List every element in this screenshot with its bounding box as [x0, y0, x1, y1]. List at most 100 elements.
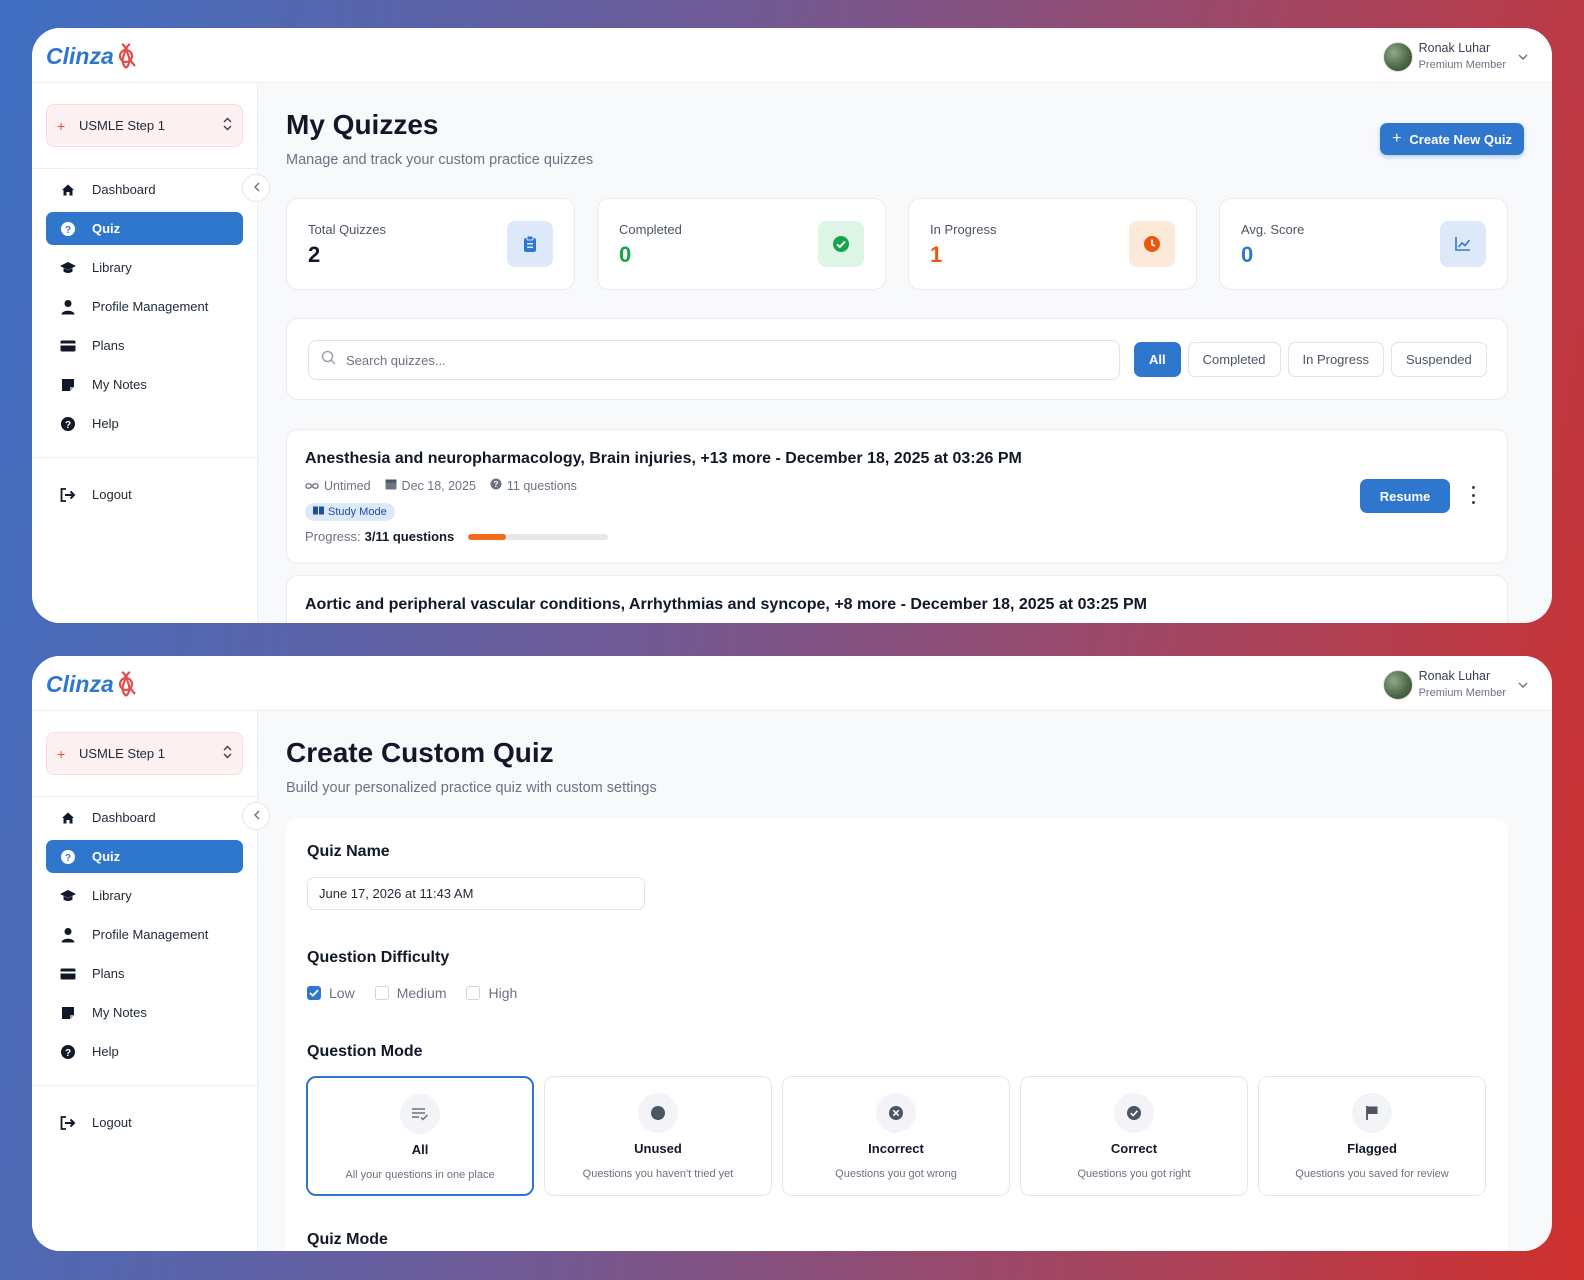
quiz-date: Dec 18, 2025: [401, 478, 476, 493]
sidebar-item-plans[interactable]: Plans: [46, 329, 243, 362]
question-mode-label: Question Mode: [307, 1043, 423, 1060]
quiz-question-count: 11 questions: [506, 478, 577, 493]
search-input[interactable]: Search quizzes...: [308, 340, 1120, 380]
question-circle-icon: ?: [60, 849, 76, 865]
quiz-card[interactable]: Anesthesia and neuropharmacology, Brain …: [286, 429, 1508, 564]
search-icon: [321, 350, 336, 370]
sidebar-item-dashboard[interactable]: Dashboard: [46, 173, 243, 206]
sidebar-item-notes[interactable]: My Notes: [46, 996, 243, 1029]
sidebar-item-label: Library: [92, 888, 132, 903]
tab-in-progress[interactable]: In Progress: [1287, 342, 1384, 377]
stat-label: Avg. Score: [1241, 222, 1305, 237]
tab-suspended[interactable]: Suspended: [1390, 342, 1487, 377]
sidebar-item-label: Profile Management: [92, 299, 209, 314]
quiz-meta: Untimed Dec 18, 2025 ? 11 questions: [305, 478, 577, 493]
sidebar-item-quiz[interactable]: ? Quiz: [46, 840, 243, 873]
sidebar-item-library[interactable]: Library: [46, 879, 243, 912]
resume-button[interactable]: Resume: [1360, 479, 1450, 513]
sidebar-item-label: Dashboard: [92, 810, 156, 825]
sidebar-item-label: My Notes: [92, 377, 147, 392]
collapse-sidebar-button[interactable]: [242, 174, 270, 202]
logout-button[interactable]: Logout: [46, 1106, 243, 1139]
sidebar: + USMLE Step 1 Dashboard ? Quiz Library: [32, 83, 258, 623]
sidebar-item-label: Quiz: [92, 849, 121, 864]
sidebar-item-plans[interactable]: Plans: [46, 957, 243, 990]
collapse-sidebar-button[interactable]: [242, 802, 270, 830]
user-menu[interactable]: Ronak Luhar Premium Member: [1382, 39, 1528, 75]
quiz-title[interactable]: Aortic and peripheral vascular condition…: [305, 596, 1147, 614]
chevron-down-icon[interactable]: [1518, 679, 1528, 691]
sidebar: + USMLE Step 1 Dashboard ? Quiz Library: [32, 711, 258, 1251]
chevron-down-icon[interactable]: [1518, 51, 1528, 63]
x-circle-icon: [876, 1093, 916, 1133]
sidebar-item-notes[interactable]: My Notes: [46, 368, 243, 401]
sidebar-item-label: Dashboard: [92, 182, 156, 197]
mode-name: Flagged: [1347, 1141, 1397, 1156]
my-quizzes-window: Clinza Ronak Luhar Premium Member + USML…: [32, 28, 1552, 623]
graduation-cap-icon: [60, 888, 76, 904]
stat-value: 2: [308, 242, 321, 267]
sidebar-item-quiz[interactable]: ? Quiz: [46, 212, 243, 245]
clinza-logo[interactable]: Clinza: [46, 38, 146, 74]
quiz-progress: Progress: 3/11 questions: [305, 529, 609, 544]
progress-bar: [468, 533, 609, 540]
sidebar-item-help[interactable]: ? Help: [46, 407, 243, 440]
sidebar-nav: Dashboard ? Quiz Library Profile Managem…: [46, 173, 243, 446]
user-role: Premium Member: [1418, 687, 1506, 700]
sidebar-item-dashboard[interactable]: Dashboard: [46, 801, 243, 834]
page-title: My Quizzes: [286, 109, 439, 140]
circle-dot-icon: [638, 1093, 678, 1133]
sidebar-item-library[interactable]: Library: [46, 251, 243, 284]
sidebar-item-profile[interactable]: Profile Management: [46, 290, 243, 323]
stat-total-quizzes: Total Quizzes 2: [286, 198, 575, 290]
quiz-card[interactable]: Aortic and peripheral vascular condition…: [286, 575, 1508, 623]
tab-all[interactable]: All: [1134, 342, 1181, 377]
sidebar-item-profile[interactable]: Profile Management: [46, 918, 243, 951]
divider: [32, 796, 257, 797]
filter-bar: Search quizzes... All Completed In Progr…: [286, 318, 1508, 400]
more-options-icon[interactable]: [1469, 486, 1477, 504]
logout-button[interactable]: Logout: [46, 478, 243, 511]
clipboard-icon: [507, 221, 553, 267]
mode-name: Incorrect: [868, 1141, 924, 1156]
tab-completed[interactable]: Completed: [1187, 342, 1281, 377]
credit-card-icon: [60, 338, 76, 354]
mode-card-incorrect[interactable]: Incorrect Questions you got wrong: [782, 1076, 1010, 1196]
mode-card-all[interactable]: All All your questions in one place: [306, 1076, 534, 1196]
page-subtitle: Build your personalized practice quiz wi…: [286, 780, 657, 796]
checkbox-icon[interactable]: [374, 986, 389, 1000]
sidebar-item-label: My Notes: [92, 1005, 147, 1020]
quiz-title[interactable]: Anesthesia and neuropharmacology, Brain …: [305, 450, 1022, 468]
user-menu[interactable]: Ronak Luhar Premium Member: [1382, 667, 1528, 703]
exam-selector[interactable]: + USMLE Step 1: [46, 104, 243, 147]
difficulty-medium[interactable]: Medium: [374, 985, 446, 1001]
mode-desc: Questions you got wrong: [835, 1168, 957, 1180]
mode-card-correct[interactable]: Correct Questions you got right: [1020, 1076, 1248, 1196]
mode-card-flagged[interactable]: Flagged Questions you saved for review: [1258, 1076, 1486, 1196]
stat-value: 0: [619, 242, 632, 267]
checkbox-checked-icon[interactable]: [307, 986, 321, 1000]
difficulty-options: Low Medium High: [307, 985, 517, 1001]
difficulty-label: Question Difficulty: [307, 949, 450, 966]
sidebar-item-label: Help: [92, 1044, 119, 1059]
exam-selector[interactable]: + USMLE Step 1: [46, 732, 243, 775]
divider: [32, 457, 257, 458]
create-new-quiz-button[interactable]: + Create New Quiz: [1380, 123, 1524, 155]
checkbox-icon[interactable]: [466, 986, 481, 1000]
graduation-cap-icon: [60, 260, 76, 276]
quiz-name-input[interactable]: June 17, 2026 at 11:43 AM: [307, 877, 645, 910]
line-chart-icon: [1440, 221, 1486, 267]
check-circle-icon: [818, 221, 864, 267]
clinza-logo[interactable]: Clinza: [46, 666, 146, 702]
clock-icon: [1129, 221, 1175, 267]
svg-text:?: ?: [65, 225, 71, 236]
sidebar-item-help[interactable]: ? Help: [46, 1035, 243, 1068]
mode-card-unused[interactable]: Unused Questions you haven't tried yet: [544, 1076, 772, 1196]
difficulty-high[interactable]: High: [466, 985, 517, 1001]
svg-text:Clinza: Clinza: [46, 43, 114, 69]
search-placeholder: Search quizzes...: [346, 352, 446, 368]
book-icon: [313, 506, 324, 518]
home-icon: [60, 182, 76, 198]
sticky-note-icon: [60, 377, 76, 393]
difficulty-low[interactable]: Low: [307, 985, 355, 1001]
